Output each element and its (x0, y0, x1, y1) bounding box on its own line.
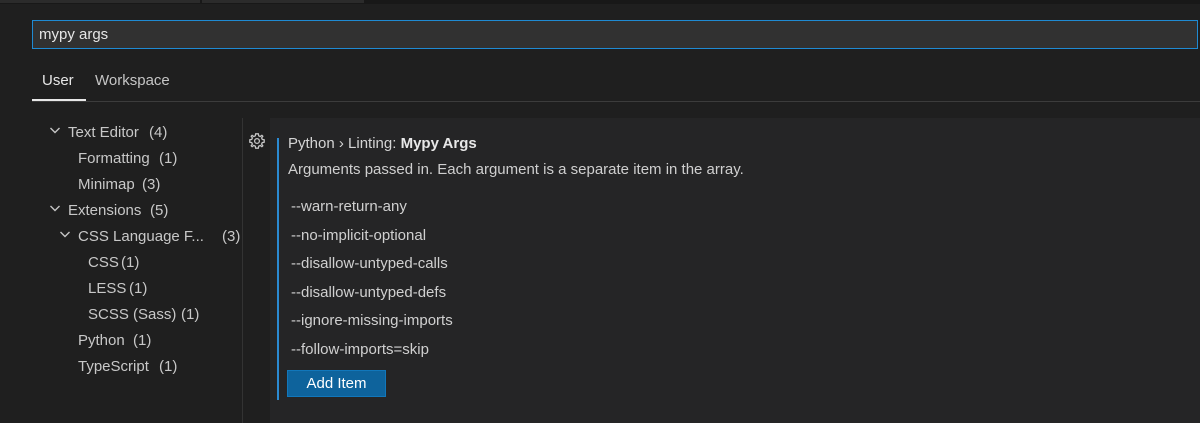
tab-workspace[interactable]: Workspace (95, 72, 170, 89)
tabs-divider (32, 101, 1200, 102)
editor-tab-edge (202, 0, 364, 3)
array-item[interactable]: --follow-imports=skip (291, 341, 429, 358)
toc-count: (1) (181, 306, 200, 323)
toc-count: (4) (149, 124, 168, 141)
toc-count: (3) (222, 228, 241, 245)
array-item[interactable]: --disallow-untyped-calls (291, 255, 448, 272)
setting-description: Arguments passed in. Each argument is a … (288, 161, 744, 178)
toc-count: (1) (159, 150, 178, 167)
setting-title: Python › Linting: Mypy Args (288, 135, 477, 152)
editor-tab-strip (0, 0, 1200, 4)
setting-name: Mypy Args (400, 135, 477, 152)
setting-category: Python › Linting: (288, 135, 401, 152)
toc-label: Extensions (68, 202, 142, 219)
array-item[interactable]: --ignore-missing-imports (291, 312, 453, 329)
chevron-down-icon (50, 127, 60, 134)
settings-toc-tree: Text Editor (4) Formatting (1) Minimap (… (32, 118, 244, 423)
toc-count: (3) (142, 176, 161, 193)
chevron-down-icon (50, 205, 60, 212)
editor-tab-edge (0, 0, 200, 3)
gear-icon[interactable] (248, 132, 266, 150)
chevron-down-icon (60, 231, 70, 238)
toc-count: (1) (121, 254, 140, 271)
toc-count: (1) (129, 280, 148, 297)
toc-label: LESS (88, 280, 127, 297)
array-item[interactable]: --warn-return-any (291, 198, 407, 215)
toc-count: (1) (133, 332, 152, 349)
toc-count: (1) (159, 358, 178, 375)
toc-label: TypeScript (78, 358, 149, 375)
focus-indicator (277, 138, 279, 400)
toc-label: CSS Language F... (78, 228, 204, 245)
settings-search-box[interactable] (32, 20, 1198, 49)
toc-divider (242, 118, 243, 423)
toc-label: Text Editor (68, 124, 139, 141)
toc-label: SCSS (Sass) (88, 306, 177, 323)
toc-label: Formatting (78, 150, 150, 167)
array-item[interactable]: --disallow-untyped-defs (291, 284, 446, 301)
add-item-button[interactable]: Add Item (287, 370, 386, 397)
toc-label: Minimap (78, 176, 135, 193)
tab-user[interactable]: User (42, 72, 74, 89)
settings-scope-tabs: User Workspace (32, 62, 1200, 102)
array-item[interactable]: --no-implicit-optional (291, 227, 426, 244)
toc-label: Python (78, 332, 125, 349)
search-input[interactable] (33, 21, 1197, 48)
toc-count: (5) (150, 202, 169, 219)
toc-label: CSS (88, 254, 119, 271)
